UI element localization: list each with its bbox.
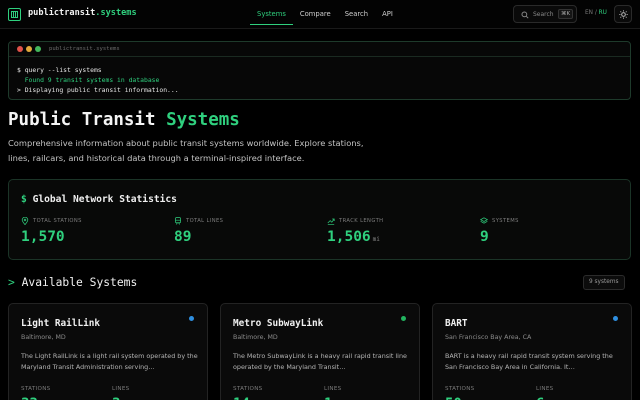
status-dot-icon — [613, 316, 618, 321]
minimize-dot-icon — [26, 46, 32, 52]
close-dot-icon — [17, 46, 23, 52]
stations-label: STATIONS — [445, 386, 475, 392]
page-title: Public Transit Systems — [8, 110, 240, 130]
logo-icon[interactable] — [8, 8, 21, 21]
system-location: Baltimore, MD — [233, 334, 278, 341]
stat-value: 1,506 mi — [327, 229, 380, 245]
lines-label: LINES — [536, 386, 554, 392]
search-button[interactable]: Search ⌘K — [513, 5, 577, 23]
terminal-title: publictransit.systems — [49, 45, 120, 52]
train-icon — [175, 217, 181, 225]
stations-value: 50 — [445, 396, 462, 400]
system-name[interactable]: Metro SubwayLink — [233, 318, 323, 329]
lines-value: 3 — [112, 396, 120, 400]
brand-name[interactable]: publictransit.systems — [28, 8, 137, 18]
top-navigation-bar: publictransit.systems Systems Compare Se… — [0, 0, 640, 29]
systems-count-badge: 9 systems — [583, 275, 625, 290]
lines-value: 1 — [324, 396, 332, 400]
stat-value: 1,570 — [21, 229, 65, 245]
language-switcher[interactable]: EN / RU — [585, 10, 607, 16]
system-location: San Francisco Bay Area, CA — [445, 334, 532, 341]
stats-title: $ Global Network Statistics — [21, 194, 177, 205]
terminal-window: publictransit.systems $ query --list sys… — [8, 41, 631, 100]
system-description: The Light RailLink is a light rail syste… — [21, 352, 198, 371]
system-name[interactable]: BART — [445, 318, 468, 329]
global-stats-card: $ Global Network Statistics TOTAL STATIO… — [8, 179, 631, 260]
search-label: Search — [533, 10, 554, 18]
stat-label: SYSTEMS — [492, 218, 519, 224]
stations-value: 33 — [21, 396, 38, 400]
theme-toggle-button[interactable] — [614, 5, 632, 23]
stat-label: TOTAL LINES — [186, 218, 224, 224]
search-icon — [521, 10, 529, 19]
lang-option-en[interactable]: EN — [585, 10, 593, 16]
lines-label: LINES — [112, 386, 130, 392]
terminal-titlebar: publictransit.systems — [9, 42, 630, 57]
stat-unit: mi — [372, 236, 380, 243]
terminal-status-line: > Displaying public transit information.… — [17, 86, 179, 94]
system-description: The Metro SubwayLink is a heavy rail rap… — [233, 352, 407, 371]
stat-label: TRACK LENGTH — [339, 218, 384, 224]
stat-value: 9 — [480, 229, 489, 245]
nav-systems[interactable]: Systems — [250, 6, 293, 25]
main-nav: Systems Compare Search API — [250, 6, 400, 25]
track-icon — [327, 218, 335, 225]
system-location: Baltimore, MD — [21, 334, 66, 341]
status-dot-icon — [401, 316, 406, 321]
nav-api[interactable]: API — [375, 6, 400, 25]
system-card-bart[interactable]: BART San Francisco Bay Area, CA BART is … — [432, 303, 632, 400]
stations-value: 14 — [233, 396, 250, 400]
terminal-output-line: Found 9 transit systems in database — [17, 76, 160, 84]
sun-icon — [619, 10, 628, 19]
stations-label: STATIONS — [21, 386, 51, 392]
system-card-light-raillink[interactable]: Light RailLink Baltimore, MD The Light R… — [8, 303, 208, 400]
page-description: Comprehensive information about public t… — [8, 138, 364, 163]
available-systems-heading: > Available Systems — [8, 276, 138, 289]
layers-icon — [480, 217, 488, 224]
maximize-dot-icon — [35, 46, 41, 52]
system-name[interactable]: Light RailLink — [21, 318, 100, 329]
stat-label: TOTAL STATIONS — [33, 218, 82, 224]
pin-icon — [21, 217, 29, 225]
system-card-metro-subwaylink[interactable]: Metro SubwayLink Baltimore, MD The Metro… — [220, 303, 420, 400]
terminal-command-line: $ query --list systems — [17, 66, 102, 74]
stat-value: 89 — [174, 229, 192, 245]
stations-label: STATIONS — [233, 386, 263, 392]
status-dot-icon — [189, 316, 194, 321]
lines-value: 6 — [536, 396, 544, 400]
lang-option-ru[interactable]: RU — [599, 10, 607, 16]
nav-search[interactable]: Search — [338, 6, 375, 25]
nav-compare[interactable]: Compare — [293, 6, 338, 25]
lines-label: LINES — [324, 386, 342, 392]
search-shortcut: ⌘K — [558, 9, 574, 19]
system-description: BART is a heavy rail rapid transit syste… — [445, 352, 613, 371]
